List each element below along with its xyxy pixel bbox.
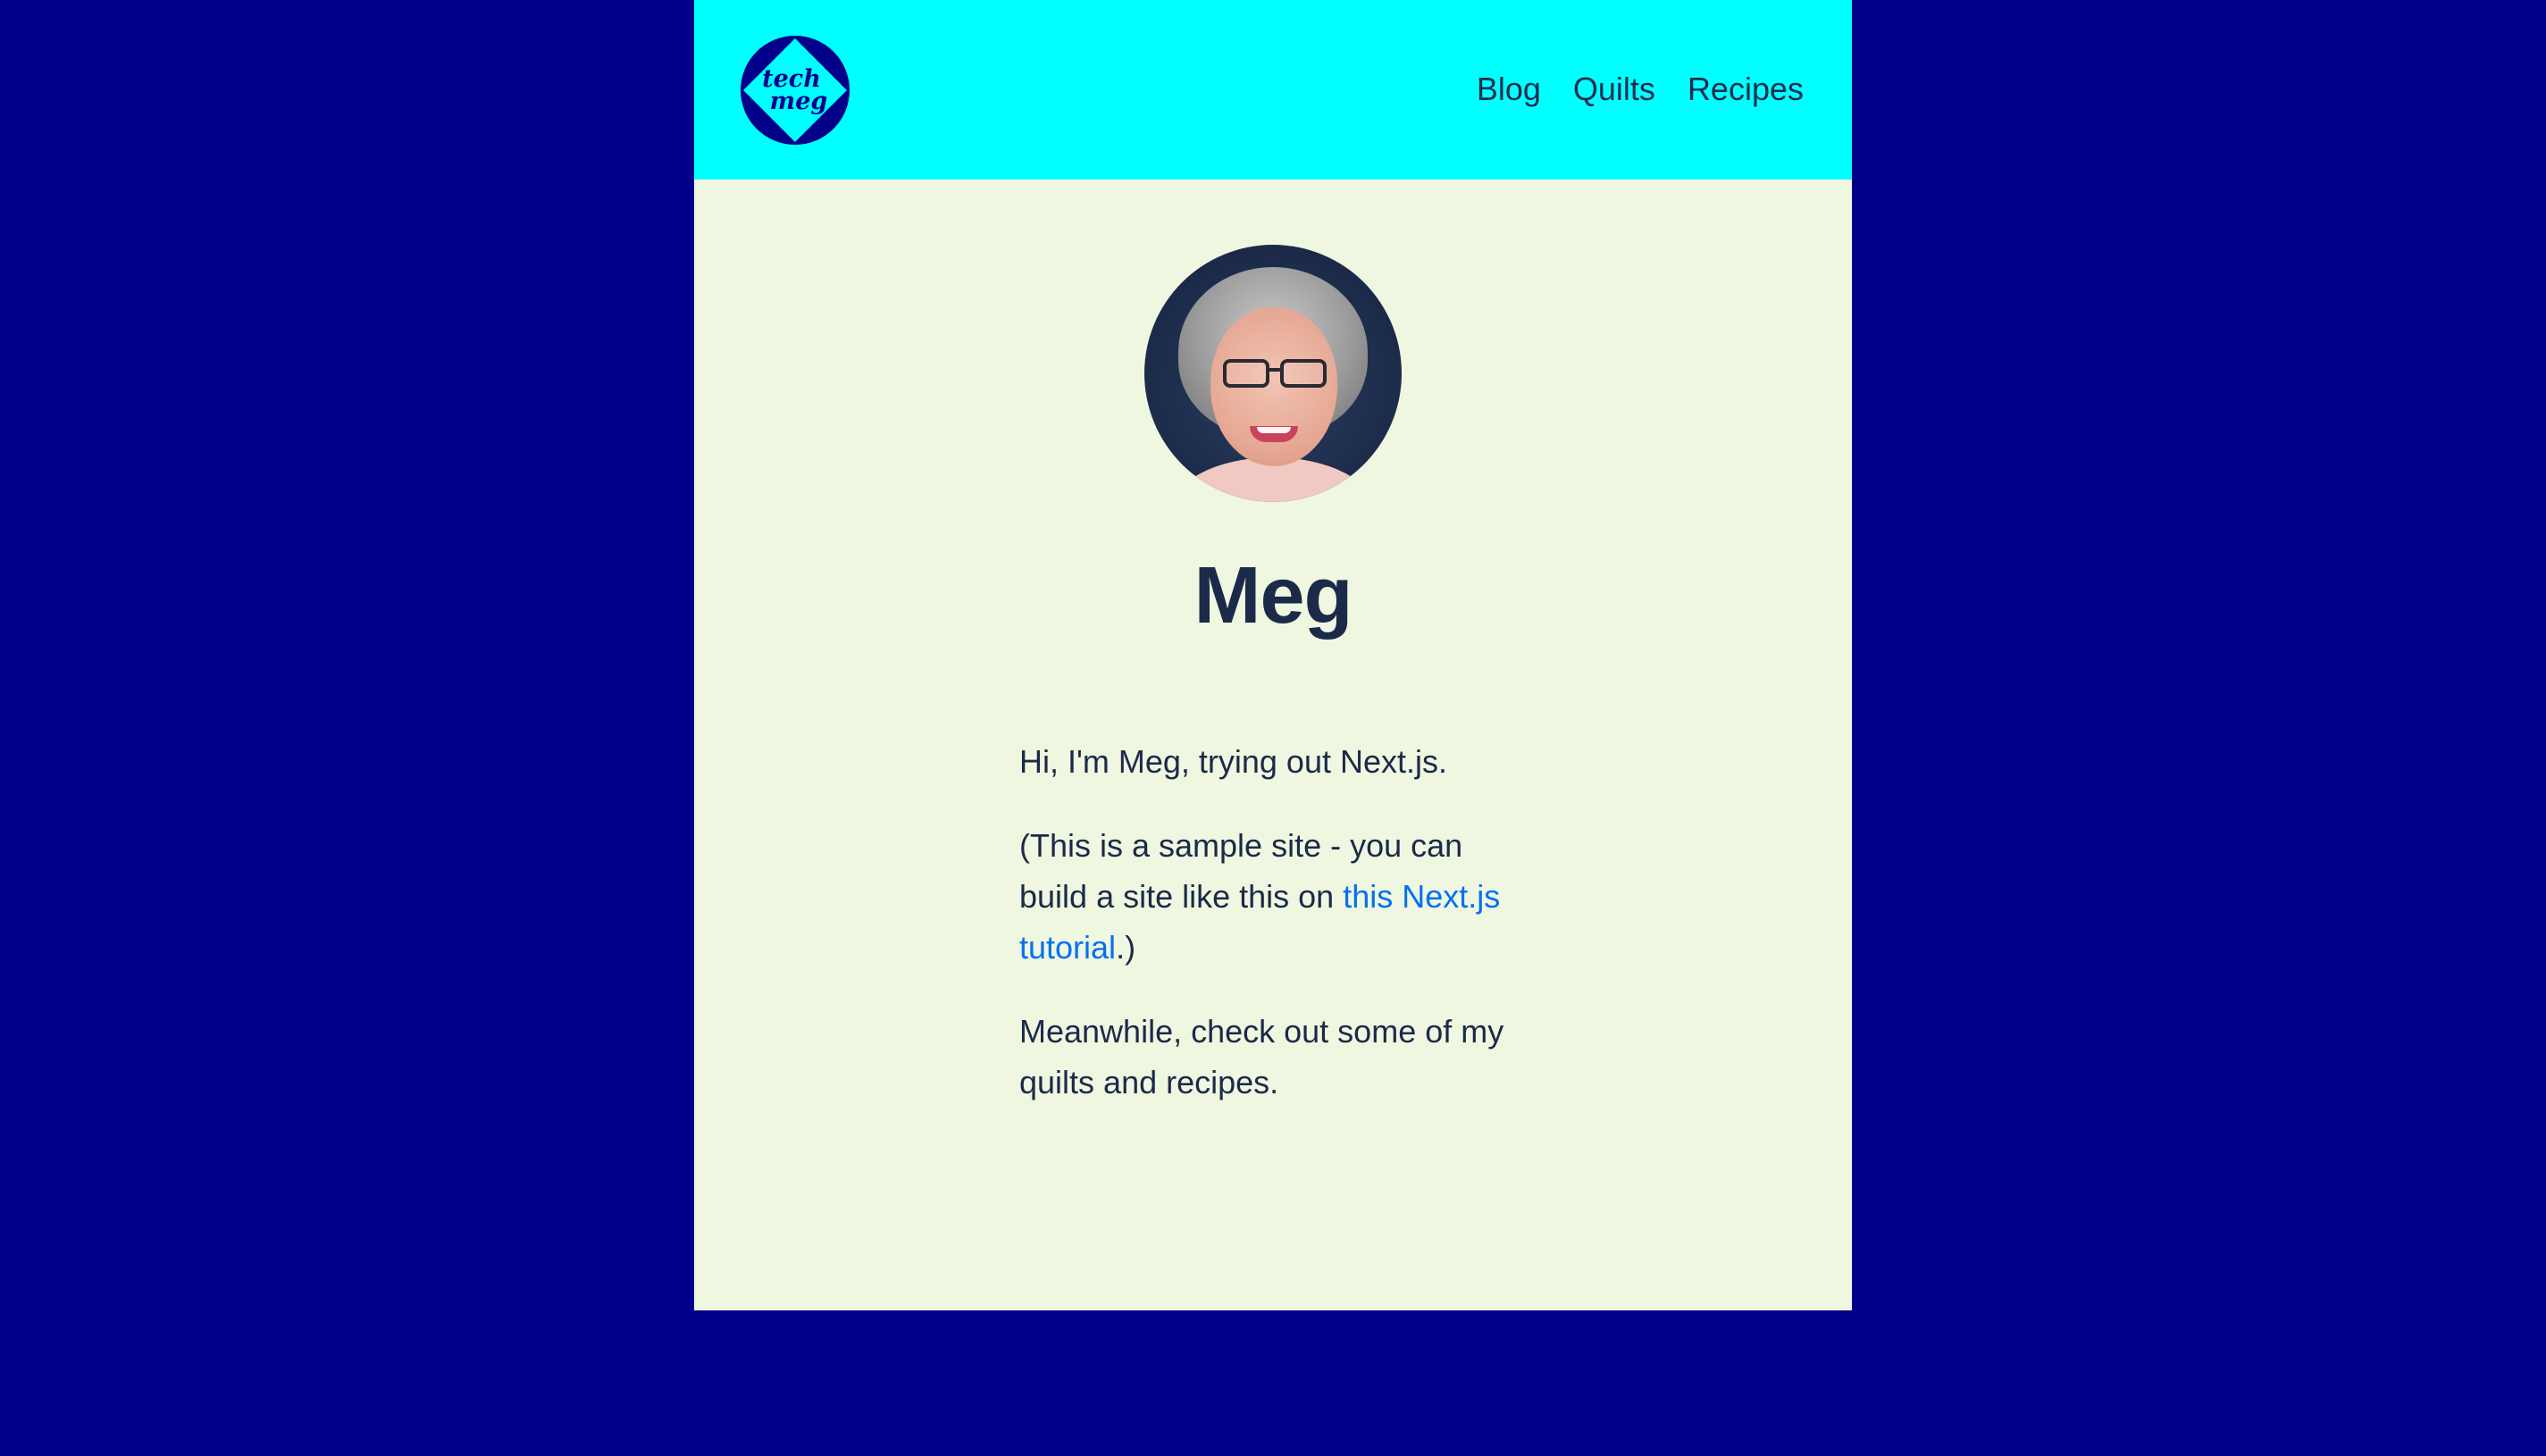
profile-name: Meg [1193, 551, 1353, 640]
main-nav: Blog Quilts Recipes [1477, 64, 1804, 114]
site-logo[interactable]: tech meg [741, 36, 850, 145]
logo-line-2: meg [769, 88, 828, 115]
nav-link-quilts[interactable]: Quilts [1573, 64, 1655, 114]
intro-paragraph: Hi, I'm Meg, trying out Next.js. [1019, 743, 1448, 780]
intro-content: Hi, I'm Meg, trying out Next.js. (This i… [1019, 736, 1537, 1141]
nav-link-recipes[interactable]: Recipes [1688, 64, 1804, 114]
sample-text-suffix: .) [1116, 929, 1136, 966]
profile-avatar [1144, 245, 1402, 502]
meanwhile-paragraph: Meanwhile, check out some of my quilts a… [1019, 1013, 1504, 1100]
site-header: tech meg Blog Quilts Recipes [694, 0, 1852, 180]
logo-text: tech meg [741, 36, 850, 145]
sample-site-paragraph: (This is a sample site - you can build a… [1019, 820, 1537, 973]
page-container: tech meg Blog Quilts Recipes Meg Hi, I'm… [694, 0, 1852, 1310]
nav-link-blog[interactable]: Blog [1477, 64, 1541, 114]
